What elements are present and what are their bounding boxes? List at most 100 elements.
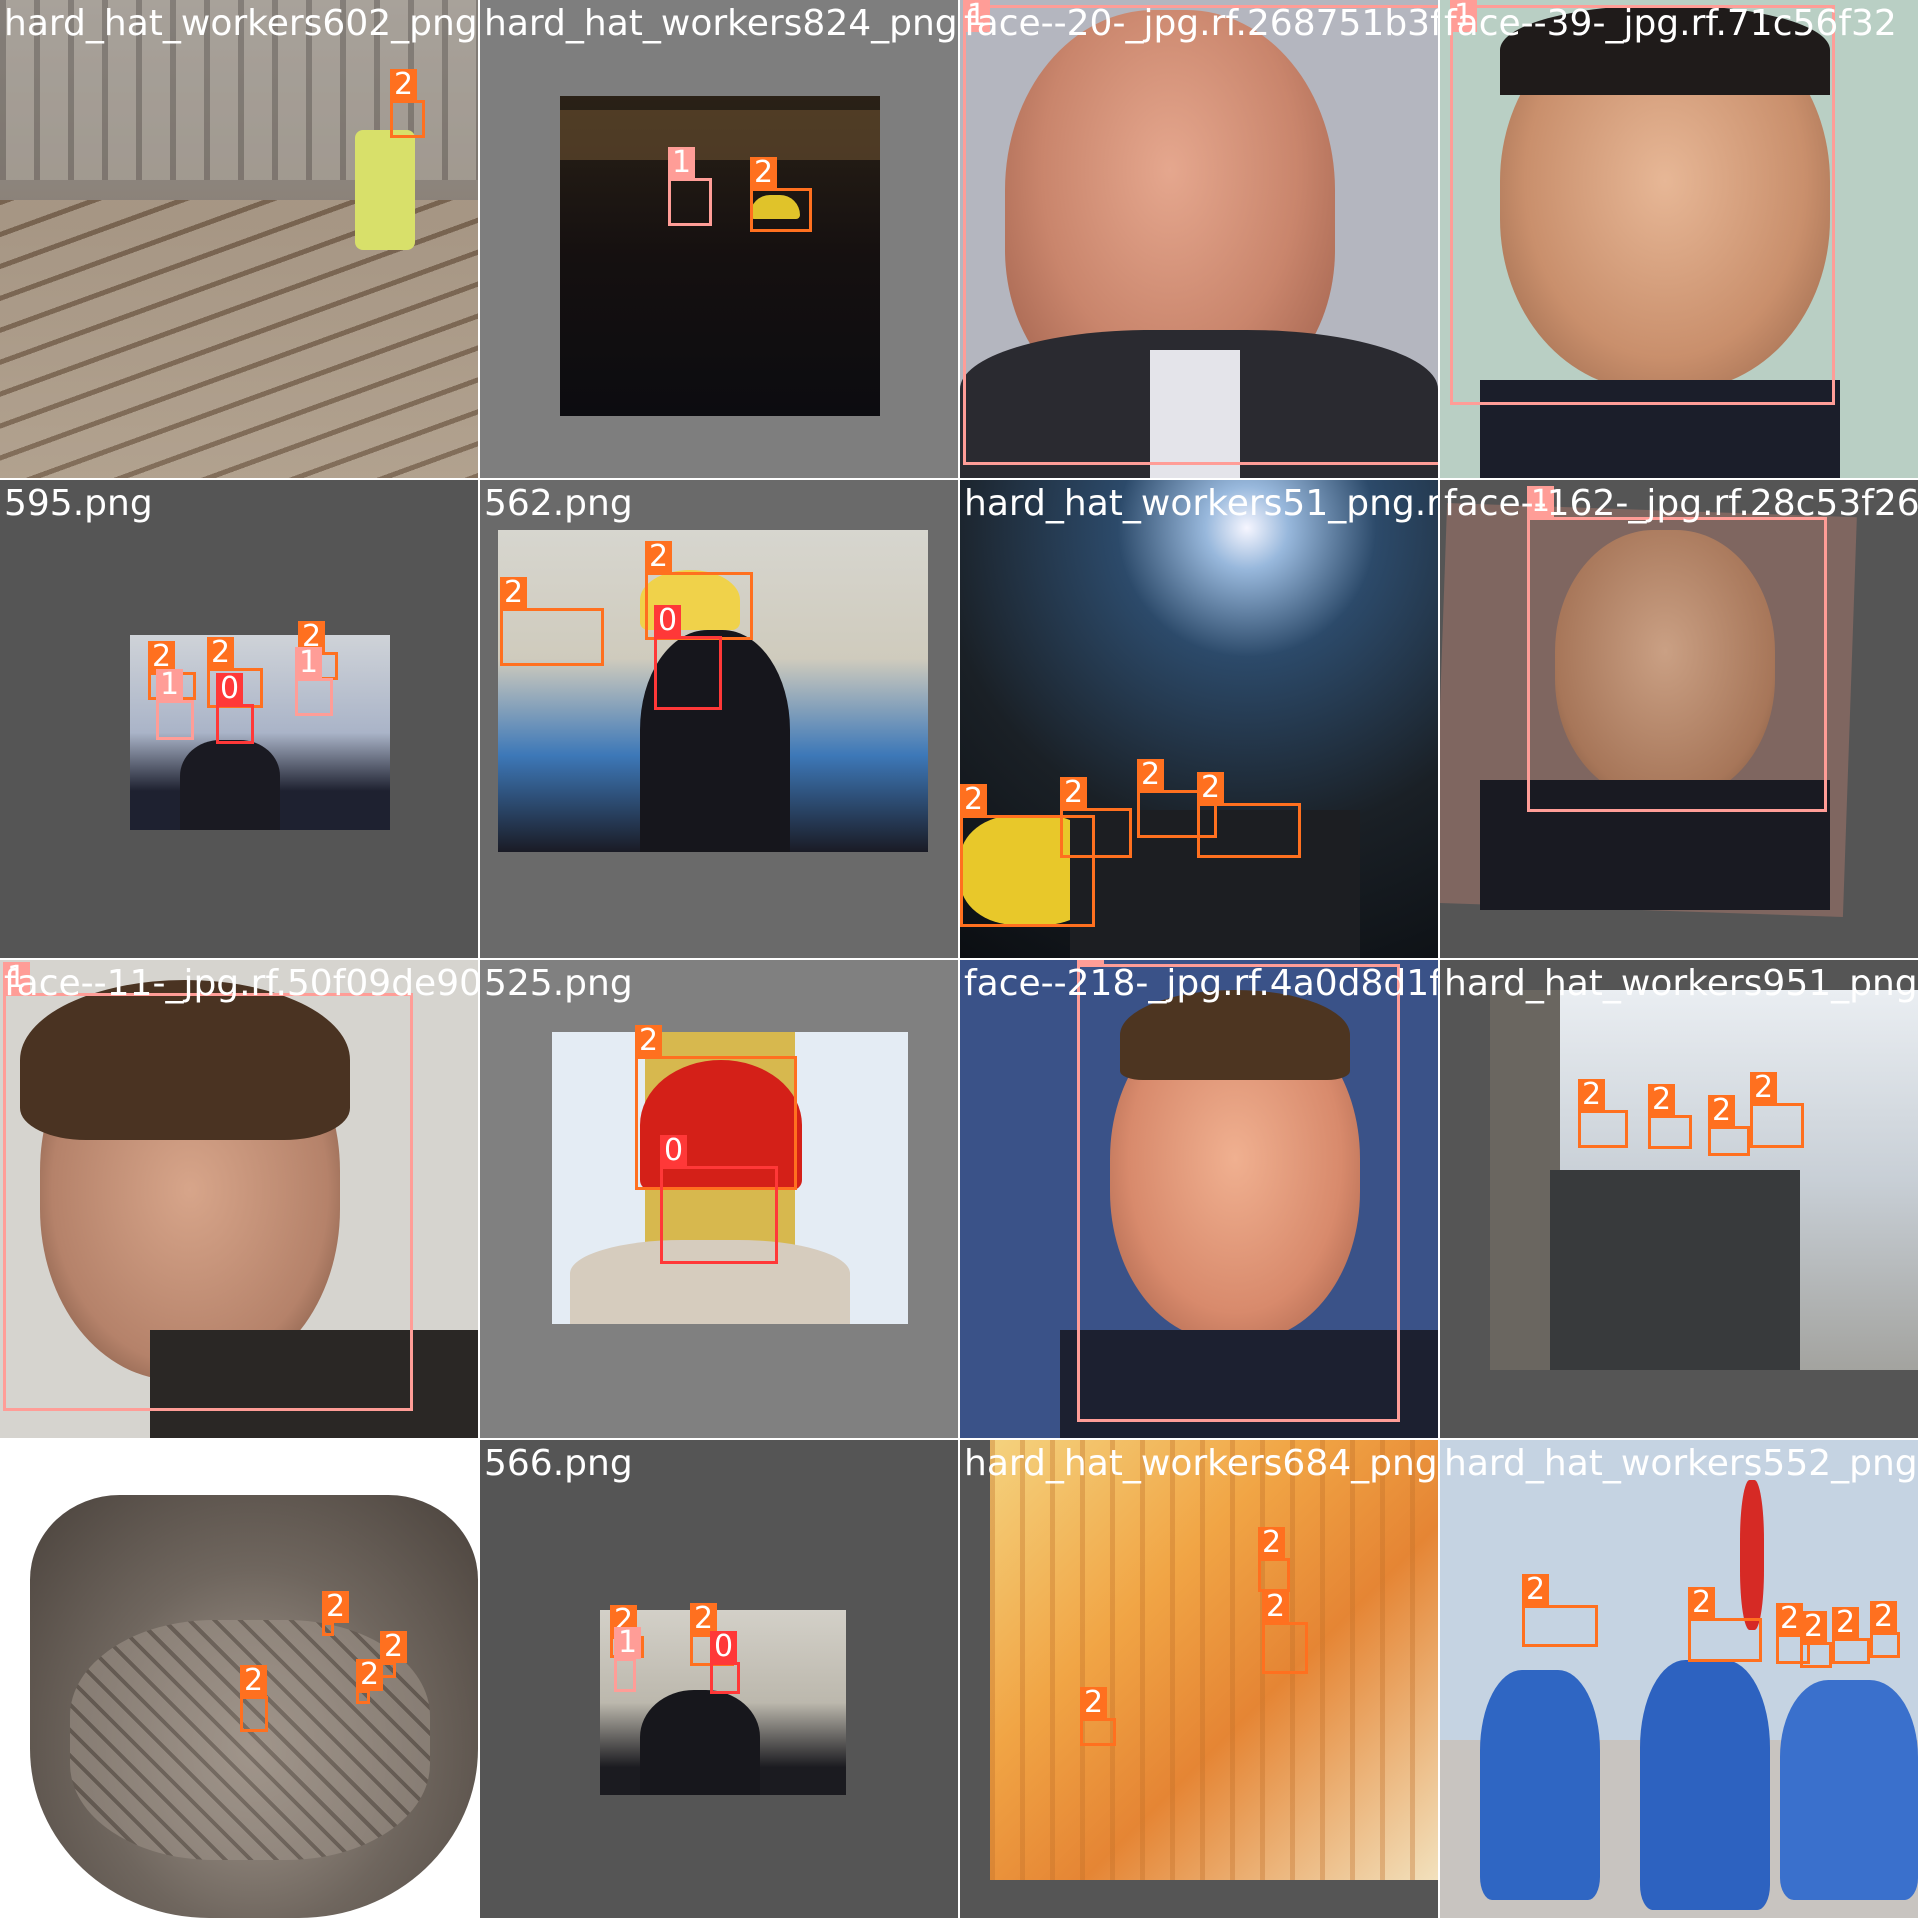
grid-line — [0, 958, 1920, 960]
detection-label: 2 — [1522, 1574, 1550, 1606]
detection-label: 2 — [1578, 1079, 1606, 1111]
detection-box: 2 — [1648, 1084, 1692, 1149]
tile-filename: hard_hat_workers4973_png.rf.566e449c16cd… — [4, 1443, 478, 1484]
detection-box: 1 — [156, 669, 194, 740]
tile[interactable]: 2 2 2 2 2 2 hard_hat_workers552_png.rf — [1440, 1440, 1918, 1918]
tile[interactable]: 2 2 2 2 hard_hat_workers4973_png.rf.566e… — [0, 1440, 478, 1918]
detection-box: 1 — [963, 0, 1438, 465]
detection-label: 2 — [1832, 1607, 1860, 1639]
tile-filename: hard_hat_workers824_png.rf.5d5200e927af — [484, 3, 958, 44]
detection-label: 2 — [1137, 759, 1165, 791]
detection-label: 2 — [240, 1665, 268, 1697]
detection-label: 2 — [960, 784, 988, 816]
tile-image — [960, 1440, 1438, 1918]
tile[interactable]: 1 2 hard_hat_workers824_png.rf.5d5200e92… — [480, 0, 958, 478]
detection-label: 2 — [1708, 1095, 1736, 1127]
detection-label: 2 — [1800, 1611, 1828, 1643]
detection-box: 2 — [1578, 1079, 1628, 1148]
detection-box: 1 — [1077, 960, 1400, 1422]
detection-box: 0 — [654, 605, 722, 710]
detection-box: 2 — [1522, 1574, 1598, 1647]
detection-label: 2 — [750, 157, 778, 189]
tile-filename: face--218-_jpg.rf.4a0d8d1fb88a4e3311282 — [964, 963, 1438, 1004]
tile-filename: 595.png — [4, 483, 153, 524]
detection-box: 2 — [750, 157, 812, 232]
tile-filename: face--162-_jpg.rf.28c53f260f — [1444, 483, 1918, 524]
detection-box: 1 — [668, 147, 712, 226]
detection-label: 2 — [1262, 1591, 1290, 1623]
mosaic-grid: 2 hard_hat_workers602_png.rf.2e71f8f266d… — [0, 0, 1920, 1920]
detection-label: 2 — [635, 1025, 663, 1057]
tile-filename: hard_hat_workers552_png.rf — [1444, 1443, 1918, 1484]
detection-box: 2 — [1688, 1587, 1762, 1662]
tile[interactable]: 2 0 525.png — [480, 960, 958, 1438]
detection-box: 2 — [322, 1591, 350, 1636]
grid-line — [478, 0, 480, 1920]
detection-box: 2 — [1197, 772, 1301, 858]
detection-box: 1 — [1450, 0, 1835, 405]
detection-label: 2 — [1688, 1587, 1716, 1619]
detection-box: 2 — [240, 1665, 268, 1732]
tile-image — [1440, 1440, 1918, 1918]
detection-label: 0 — [216, 673, 244, 705]
tile-filename: face--20-_jpg.rf.268751b3f8615e0d395ab — [964, 3, 1438, 44]
grid-line — [0, 478, 1920, 480]
detection-box: 2 — [380, 1631, 408, 1678]
tile[interactable]: 1 face--218-_jpg.rf.4a0d8d1fb88a4e331128… — [960, 960, 1438, 1438]
tile-filename: 525.png — [484, 963, 633, 1004]
tile[interactable]: 1 face--39-_jpg.rf.71c56f32 — [1440, 0, 1918, 478]
detection-box: 2 — [500, 577, 604, 666]
detection-box: 1 — [614, 1627, 642, 1692]
detection-label: 2 — [645, 541, 673, 573]
tile[interactable]: 2 hard_hat_workers602_png.rf.2e71f8f266d… — [0, 0, 478, 478]
tile-filename: 562.png — [484, 483, 633, 524]
detection-label: 1 — [156, 669, 184, 701]
tile-filename: face--11-_jpg.rf.50f09de9094125ec954bb44… — [4, 963, 478, 1004]
detection-label: 2 — [322, 1591, 350, 1623]
tile[interactable]: 2 1 2 0 2 1 595.png — [0, 480, 478, 958]
detection-box: 2 — [1080, 1687, 1116, 1746]
tile-filename: hard_hat_workers951_png.rf — [1444, 963, 1918, 1004]
detection-box: 2 — [1870, 1601, 1900, 1658]
tile-image — [480, 480, 958, 958]
detection-box: 0 — [710, 1631, 740, 1694]
detection-box: 2 — [1708, 1095, 1750, 1156]
detection-label: 1 — [614, 1627, 642, 1659]
detection-label: 2 — [1648, 1084, 1676, 1116]
tile-filename: 566.png — [484, 1443, 633, 1484]
detection-box: 2 — [356, 1659, 384, 1704]
tile[interactable]: 2 1 2 0 566.png — [480, 1440, 958, 1918]
detection-label: 2 — [207, 637, 235, 669]
detection-box: 1 — [1527, 486, 1827, 812]
detection-label: 2 — [1870, 1601, 1898, 1633]
tile[interactable]: 2 2 2 hard_hat_workers684_png.rf.1a7 — [960, 1440, 1438, 1918]
detection-label: 2 — [1258, 1527, 1286, 1559]
tile[interactable]: 2 2 2 2 hard_hat_workers951_png.rf — [1440, 960, 1918, 1438]
tile[interactable]: 2 2 2 2 hard_hat_workers51_png.rf.7a5b45… — [960, 480, 1438, 958]
detection-box: 2 — [1060, 777, 1132, 858]
tile[interactable]: 2 2 0 562.png — [480, 480, 958, 958]
detection-box: 0 — [660, 1135, 778, 1264]
detection-box: 2 — [1800, 1611, 1832, 1668]
detection-box: 1 — [3, 962, 413, 1411]
tile-filename: face--39-_jpg.rf.71c56f32 — [1444, 3, 1897, 44]
detection-label: 0 — [660, 1135, 688, 1167]
tile[interactable]: 1 face--11-_jpg.rf.50f09de9094125ec954bb… — [0, 960, 478, 1438]
tile-filename: hard_hat_workers602_png.rf.2e71f8f266d95… — [4, 3, 478, 44]
detection-box: 2 — [1258, 1527, 1290, 1592]
detection-label: 2 — [390, 69, 418, 101]
detection-label: 2 — [380, 1631, 408, 1663]
detection-box: 2 — [390, 69, 425, 138]
tile[interactable]: 1 face--162-_jpg.rf.28c53f260f — [1440, 480, 1918, 958]
tile[interactable]: 1 face--20-_jpg.rf.268751b3f8615e0d395ab — [960, 0, 1438, 478]
detection-label: 2 — [1080, 1687, 1108, 1719]
tile-image — [0, 1440, 478, 1918]
detection-label: 2 — [1060, 777, 1088, 809]
tile-image — [1440, 960, 1918, 1438]
detection-label: 2 — [500, 577, 528, 609]
grid-line — [958, 0, 960, 1920]
detection-label: 0 — [710, 1631, 738, 1663]
detection-label: 1 — [668, 147, 696, 179]
detection-box: 2 — [1832, 1607, 1870, 1664]
detection-box: 2 — [1750, 1072, 1804, 1148]
